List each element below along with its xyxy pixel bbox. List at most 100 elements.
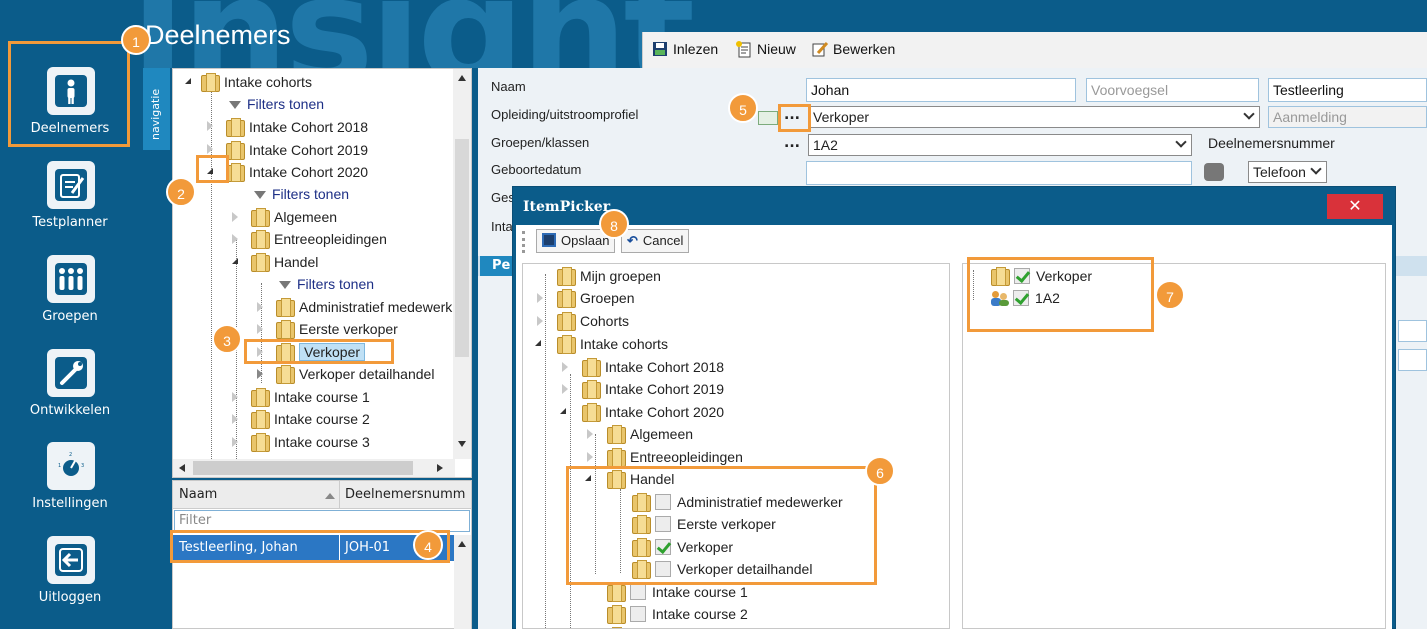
tree-node[interactable]: Verkoper detailhandel [276, 363, 434, 385]
opleiding-select[interactable]: Verkoper [808, 106, 1260, 128]
tree-filter-node[interactable]: Filters tonen [254, 183, 349, 205]
inlezen-button[interactable]: Inlezen [651, 40, 718, 58]
expand-arrow-icon[interactable] [185, 78, 191, 84]
picker-node[interactable]: Intake Cohort 2020 [582, 401, 724, 423]
expand-arrow-icon[interactable] [232, 437, 238, 447]
column-header-naam[interactable]: Naam [179, 481, 217, 509]
picker-node[interactable]: Algemeen [607, 423, 693, 445]
expand-arrow-icon[interactable] [560, 408, 566, 414]
tree-node[interactable]: Intake course 3 [251, 431, 370, 453]
picker-node[interactable]: Groepen [557, 287, 634, 309]
scroll-down-icon[interactable] [458, 441, 466, 447]
expand-arrow-icon[interactable] [232, 234, 238, 244]
tree-node[interactable]: Intake course 1 [251, 386, 370, 408]
aanmelding-field: Aanmelding [1268, 106, 1427, 128]
scroll-thumb[interactable] [193, 461, 413, 475]
expand-arrow-icon[interactable] [537, 316, 543, 326]
cancel-button[interactable]: ↶ Cancel [621, 229, 690, 253]
tree-node[interactable]: Intake Cohort 2018 [226, 116, 368, 138]
checkbox[interactable] [630, 606, 646, 622]
expand-arrow-icon[interactable] [562, 362, 568, 372]
tree-node[interactable]: Eerste verkoper [276, 318, 398, 340]
tree-filter-node[interactable]: Filters tonen [229, 93, 324, 115]
expand-arrow-icon[interactable] [207, 121, 213, 131]
expand-arrow-icon[interactable] [587, 429, 593, 439]
tree-node[interactable]: Administratief medewerk [276, 296, 452, 318]
scroll-up-icon[interactable] [458, 541, 466, 547]
tree-node[interactable]: Intake Cohort 2020 [226, 161, 368, 183]
bewerken-button[interactable]: Bewerken [811, 40, 895, 58]
telefoon-select[interactable]: Telefoon [1248, 161, 1327, 183]
expand-arrow-icon[interactable] [257, 302, 263, 312]
achternaam-input[interactable]: Testleerling [1268, 78, 1427, 102]
picker-node[interactable]: Entreeopleidingen [607, 446, 743, 468]
picker-node[interactable]: Intake course 2 [607, 603, 748, 625]
picker-node[interactable]: Intake cohorts [557, 333, 668, 355]
expand-arrow-icon[interactable] [257, 369, 263, 379]
picker-node[interactable]: Cohorts [557, 310, 629, 332]
expand-arrow-icon[interactable] [535, 340, 541, 346]
nieuw-button[interactable]: Nieuw [735, 40, 796, 58]
form-input-fragment[interactable] [1398, 320, 1427, 342]
geboortedatum-input[interactable] [806, 161, 1192, 185]
sidebar-instellingen-button[interactable]: 1 2 3 Instellingen [0, 430, 140, 522]
expand-arrow-icon[interactable] [257, 324, 263, 334]
groepen-label: Groepen/klassen [491, 135, 590, 150]
highlight-box [967, 257, 1154, 332]
voornaam-input[interactable]: Johan [806, 78, 1076, 102]
groepen-select[interactable]: 1A2 [808, 134, 1192, 156]
picker-node[interactable]: Intake Cohort 2018 [582, 356, 724, 378]
grip-handle[interactable] [522, 231, 525, 253]
telefoon-value: Telefoon [1253, 164, 1306, 180]
tree-node[interactable]: Intake Cohort 2019 [226, 139, 368, 161]
sidebar-groepen-button[interactable]: Groepen [0, 243, 140, 335]
tree-node[interactable]: Algemeen [251, 206, 337, 228]
scroll-thumb[interactable] [455, 139, 469, 357]
tree-filter-node[interactable]: Filters tonen [279, 273, 374, 295]
sidebar-ontwikkelen-button[interactable]: Ontwikkelen [0, 337, 140, 429]
tree-vertical-scrollbar[interactable] [453, 69, 471, 459]
phone-icon [1204, 163, 1224, 181]
expand-arrow-icon[interactable] [587, 452, 593, 462]
callout-badge: 3 [212, 324, 242, 354]
svg-text:2: 2 [69, 452, 72, 458]
expand-arrow-icon[interactable] [207, 144, 213, 154]
expand-arrow-icon[interactable] [232, 212, 238, 222]
expand-arrow-icon[interactable] [537, 293, 543, 303]
form-input-fragment[interactable] [1398, 349, 1427, 371]
picker-node[interactable]: Mijn groepen [557, 265, 661, 287]
close-button[interactable]: ✕ [1327, 194, 1383, 219]
expand-arrow-icon[interactable] [232, 258, 238, 264]
filter-icon [279, 281, 291, 289]
scroll-up-icon[interactable] [458, 75, 466, 81]
grid-filter-input[interactable]: Filter [174, 510, 470, 532]
tree-horizontal-scrollbar[interactable] [173, 459, 455, 477]
expand-arrow-icon[interactable] [562, 384, 568, 394]
page-title: Deelnemers [145, 20, 291, 50]
grid-scrollbar[interactable] [454, 535, 471, 629]
wrench-icon [47, 349, 95, 397]
column-header-nummer[interactable]: Deelnemersnumm [345, 481, 465, 509]
tree-node-label: Filters tonen [297, 276, 375, 292]
sidebar-uitloggen-button[interactable]: Uitloggen [0, 524, 140, 616]
dial-icon: 1 2 3 [47, 442, 95, 490]
tree-node[interactable]: Intake cohorts [201, 71, 312, 93]
scroll-right-icon[interactable] [437, 464, 443, 472]
expand-arrow-icon[interactable] [232, 414, 238, 424]
picker-node[interactable] [607, 625, 630, 628]
tree-node[interactable]: Handel [251, 251, 318, 273]
tree-node-label: Intake Cohort 2019 [249, 142, 369, 158]
checkbox[interactable] [630, 584, 646, 600]
expand-arrow-icon[interactable] [232, 392, 238, 402]
tree-node[interactable]: Entreeopleidingen [251, 228, 387, 250]
tree-node[interactable]: Intake course 2 [251, 408, 370, 430]
tree-node-label: Filters tonen [272, 186, 350, 202]
voorvoegsel-input[interactable]: Voorvoegsel [1086, 78, 1259, 102]
groepen-picker-button[interactable]: ... [781, 136, 803, 156]
sidebar-testplanner-button[interactable]: Testplanner [0, 149, 140, 241]
picker-node[interactable]: Intake Cohort 2019 [582, 378, 724, 400]
link-icon[interactable] [758, 111, 778, 125]
navigatie-tab[interactable]: navigatie [143, 68, 170, 150]
tree-node-label: Intake Cohort 2020 [249, 164, 369, 180]
scroll-left-icon[interactable] [179, 464, 185, 472]
